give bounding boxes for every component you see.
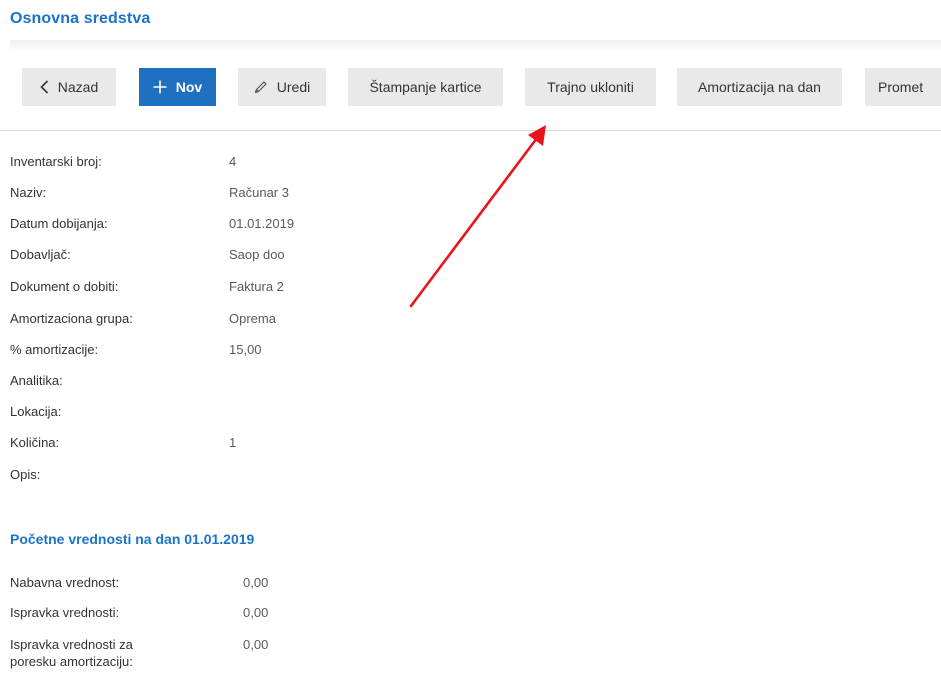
edit-button[interactable]: Uredi [238,68,326,106]
edit-button-label: Uredi [276,79,311,95]
detail-label: % amortizacije: [10,342,99,357]
delete-permanently-button[interactable]: Trajno ukloniti [525,68,656,106]
detail-value: Oprema [229,311,276,326]
detail-label: Količina: [10,435,60,450]
initial-value-label: Nabavna vrednost: [10,575,120,590]
print-card-button[interactable]: Štampanje kartice [348,68,503,106]
print-card-button-label: Štampanje kartice [369,79,482,95]
detail-label: Analitika: [10,373,63,388]
initial-value-label-line2: poresku amortizaciju: [10,654,133,669]
chevron-left-icon [40,80,49,94]
detail-value: Računar 3 [229,185,289,200]
turnover-button-label: Promet [878,79,924,95]
new-button[interactable]: Nov [139,68,216,106]
detail-label: Lokacija: [10,404,62,419]
detail-label: Dobavljač: [10,247,71,262]
detail-value: 01.01.2019 [229,216,295,231]
initial-value-amount: 0,00 [243,575,269,590]
section-title-initial-values: Početne vrednosti na dan 01.01.2019 [10,531,255,547]
toolbar: Nazad Nov Uredi Štampanje kartice Trajno… [0,48,941,131]
detail-value: 15,00 [229,342,262,357]
initial-value-amount: 0,00 [243,605,269,620]
depreciation-button-label: Amortizacija na dan [698,79,821,95]
detail-label: Naziv: [10,185,47,200]
detail-label: Dokument o dobiti: [10,279,119,294]
detail-value: 1 [229,435,237,450]
back-button-label: Nazad [57,79,99,95]
initial-value-label: Ispravka vrednosti: [10,605,120,620]
plus-icon [153,80,167,94]
detail-label: Datum dobijanja: [10,216,108,231]
detail-value: 4 [229,154,237,169]
detail-label: Inventarski broj: [10,154,102,169]
back-button[interactable]: Nazad [22,68,116,106]
detail-label: Amortizaciona grupa: [10,311,133,326]
new-button-label: Nov [175,79,203,95]
detail-label: Opis: [10,467,41,482]
page-title: Osnovna sredstva [10,10,151,27]
pencil-icon [254,80,268,94]
detail-value: Saop doo [229,247,285,262]
turnover-button[interactable]: Promet [865,68,941,106]
detail-value: Faktura 2 [229,279,284,294]
initial-value-label: Ispravka vrednosti za [10,637,133,652]
depreciation-button[interactable]: Amortizacija na dan [677,68,842,106]
page: Osnovna sredstva Nazad Nov Uredi Štampan… [0,0,941,673]
initial-value-amount: 0,00 [243,637,269,652]
delete-permanently-button-label: Trajno ukloniti [547,79,634,95]
